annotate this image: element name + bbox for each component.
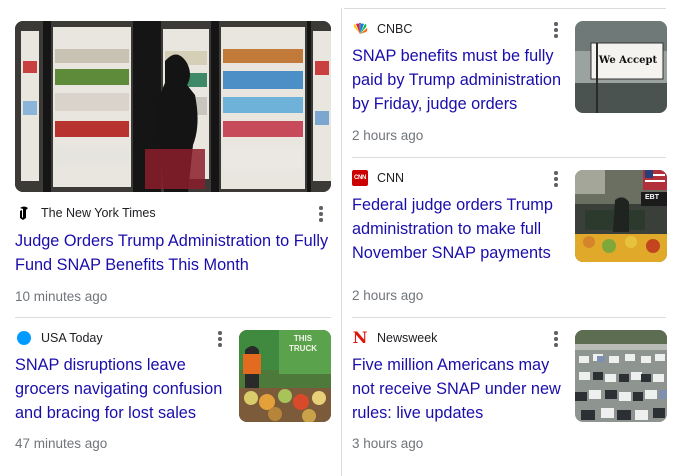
article-time: 47 minutes ago xyxy=(15,436,108,451)
article-time: 3 hours ago xyxy=(352,436,424,451)
source-name: CNN xyxy=(377,171,405,185)
source-newsweek: N Newsweek xyxy=(352,330,437,346)
news-card-cnbc[interactable]: CNBC SNAP benefits must be fully paid by… xyxy=(342,9,684,157)
article-time: 10 minutes ago xyxy=(15,289,108,304)
article-time: 2 hours ago xyxy=(352,128,424,143)
source-cnn: CNN CNN xyxy=(352,170,404,186)
more-vert-icon xyxy=(554,22,558,38)
more-vert-icon xyxy=(554,331,558,347)
article-title[interactable]: Five million Americans may not receive S… xyxy=(352,353,566,425)
more-options-button[interactable] xyxy=(548,169,564,189)
food-truck-produce-image[interactable]: THIS TRUCK xyxy=(239,330,331,422)
cnbc-peacock-logo-icon xyxy=(352,21,368,37)
source-usa-today: USA Today xyxy=(16,330,103,346)
news-card-cnn[interactable]: CNN CNN Federal judge orders Trump admin… xyxy=(342,158,684,316)
article-title[interactable]: Judge Orders Trump Administration to Ful… xyxy=(15,229,331,277)
more-options-button[interactable] xyxy=(548,329,564,349)
more-vert-icon xyxy=(319,206,323,222)
cnn-logo-text: CNN xyxy=(353,175,367,181)
more-vert-icon xyxy=(218,331,222,347)
cnn-logo-icon: CNN xyxy=(352,170,368,186)
source-name: The New York Times xyxy=(41,206,156,220)
truck-sign-text: THIS TRUCK xyxy=(289,334,317,353)
sign-text: We Accept xyxy=(598,55,658,66)
nyt-logo-icon xyxy=(16,205,32,221)
source-name: Newsweek xyxy=(377,331,438,345)
parking-lot-aerial-image[interactable] xyxy=(575,330,667,422)
more-vert-icon xyxy=(554,171,558,187)
grocery-cooler-image[interactable] xyxy=(15,21,331,192)
news-card-newsweek[interactable]: N Newsweek Five million Americans may no… xyxy=(342,318,684,476)
article-title[interactable]: SNAP disruptions leave grocers navigatin… xyxy=(15,353,229,425)
ebt-sign-text: EBT xyxy=(645,194,659,201)
news-card-usa-today[interactable]: USA Today SNAP disruptions leave grocers… xyxy=(0,318,340,476)
source-cnbc: CNBC xyxy=(352,21,412,37)
source-name: CNBC xyxy=(377,22,413,36)
article-time: 2 hours ago xyxy=(352,288,424,303)
article-title[interactable]: Federal judge orders Trump administratio… xyxy=(352,193,564,265)
source-nyt: The New York Times xyxy=(16,205,156,221)
usa-today-dot-icon xyxy=(16,330,32,346)
we-accept-sign-image[interactable]: We Accept xyxy=(575,21,667,113)
more-options-button[interactable] xyxy=(548,20,564,40)
more-options-button[interactable] xyxy=(212,329,228,349)
source-name: USA Today xyxy=(41,331,103,345)
article-title[interactable]: SNAP benefits must be fully paid by Trum… xyxy=(352,44,564,116)
newsweek-logo-icon: N xyxy=(352,330,368,346)
grocery-store-image[interactable]: EBT xyxy=(575,170,667,262)
newsweek-logo-text: N xyxy=(352,328,368,347)
more-options-button[interactable] xyxy=(313,204,329,224)
news-card-nyt[interactable]: The New York Times Judge Orders Trump Ad… xyxy=(0,0,340,316)
